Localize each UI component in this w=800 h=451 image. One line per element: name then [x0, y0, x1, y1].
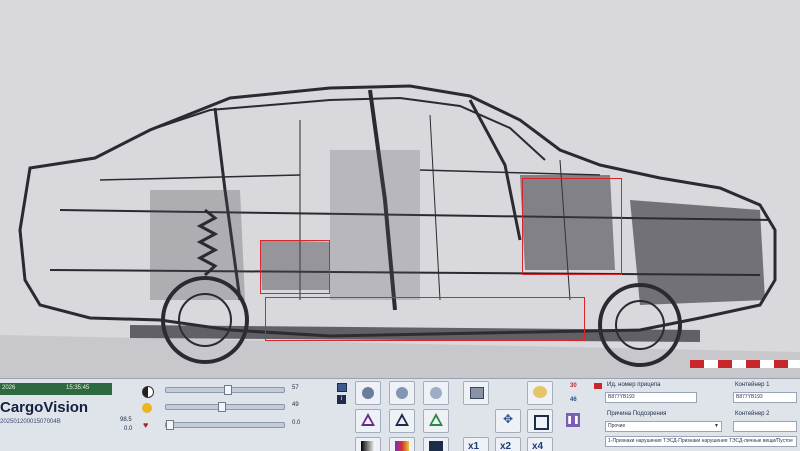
triangle-icon — [429, 413, 443, 426]
status-date: 2026 — [2, 385, 16, 391]
container-number-label: Ид. номер прицепа — [607, 382, 661, 388]
grayscale-button[interactable] — [355, 437, 381, 451]
suspicion-frame-front-left[interactable] — [260, 240, 330, 294]
suspicion-value: Прочие — [608, 423, 626, 429]
palette-icon — [533, 386, 547, 398]
gamma-icon[interactable]: ♥ — [143, 420, 148, 430]
circle-icon — [396, 387, 408, 399]
container2-label: Контейнер 2 — [735, 411, 770, 417]
edge-button-3[interactable] — [423, 409, 449, 433]
contrast-icon[interactable] — [142, 386, 154, 398]
crop-button[interactable] — [527, 409, 553, 433]
filter-button-1[interactable] — [355, 381, 381, 405]
brand-logo-text: CargoVision — [0, 399, 89, 416]
filter-button-3[interactable] — [423, 381, 449, 405]
container2-field[interactable] — [733, 421, 797, 432]
filter-button-2[interactable] — [389, 381, 415, 405]
circle-icon — [430, 387, 442, 399]
gamma-value: 0.0 — [292, 420, 301, 426]
form-icon-flag — [594, 383, 602, 389]
container-number-field[interactable]: B877YB193 — [605, 392, 697, 403]
zoom-x4-button[interactable]: x4 — [527, 437, 553, 451]
status-bar — [0, 383, 112, 395]
zoom-x1-button[interactable]: x1 — [463, 437, 489, 451]
violation-note-field[interactable]: 1-Признаки нарушения ТЭСД-Признаки наруш… — [605, 436, 797, 447]
brightness-slider[interactable] — [165, 385, 285, 395]
brightness-slider-thumb[interactable] — [224, 385, 232, 395]
contrast-value: 49 — [292, 402, 299, 408]
left-value-1: 98.5 — [120, 417, 132, 423]
triangle-icon — [395, 413, 409, 426]
chevron-down-icon: ▼ — [714, 423, 719, 429]
container-number-value: B877YB193 — [608, 394, 635, 400]
info-icon[interactable]: i — [337, 395, 346, 404]
zoom-x2-button[interactable]: x2 — [495, 437, 521, 451]
counter-top: 30 — [570, 383, 577, 389]
edge-button-1[interactable] — [355, 409, 381, 433]
suspicion-frame-rear-right[interactable] — [522, 178, 622, 275]
triangle-icon — [361, 413, 375, 426]
marker-stripe — [690, 360, 800, 368]
edge-button-2[interactable] — [389, 409, 415, 433]
counter-middle: 46 — [570, 397, 577, 403]
status-time: 15:35:45 — [66, 385, 90, 391]
crop-icon — [534, 415, 549, 430]
monitor-icon[interactable] — [337, 383, 347, 392]
container1-value: B877YB193 — [736, 394, 763, 400]
move-icon: ✥ — [503, 412, 514, 426]
violation-note: 1-Признаки нарушения ТЭСД-Признаки наруш… — [608, 438, 793, 444]
histogram-button[interactable] — [423, 437, 449, 451]
sun-icon[interactable] — [142, 403, 152, 413]
print-icon — [470, 387, 484, 399]
left-value-2: 0.0 — [124, 426, 133, 432]
contrast-slider[interactable] — [165, 402, 285, 412]
palette-button[interactable] — [527, 381, 553, 405]
container1-field[interactable]: B877YB193 — [733, 392, 797, 403]
gamma-slider[interactable] — [165, 420, 285, 430]
container1-label: Контейнер 1 — [735, 382, 770, 388]
circle-icon — [362, 387, 374, 399]
contrast-slider-thumb[interactable] — [218, 402, 226, 412]
scan-serial: 20250120001507004B — [0, 419, 61, 425]
suspicion-label: Причина Подозрения — [607, 411, 667, 417]
pause-icon[interactable]: ❚❚ — [566, 413, 580, 427]
move-button[interactable]: ✥ — [495, 409, 521, 433]
color-scale-button[interactable] — [389, 437, 415, 451]
gamma-slider-thumb[interactable] — [166, 420, 174, 430]
suspicion-select[interactable]: Прочие ▼ — [605, 421, 722, 432]
brightness-value: 57 — [292, 385, 299, 391]
control-panel: 2026 15:35:45 CargoVision 20250120001507… — [0, 378, 800, 451]
suspicion-frame-underbody[interactable] — [265, 297, 585, 341]
print-button[interactable] — [463, 381, 489, 405]
